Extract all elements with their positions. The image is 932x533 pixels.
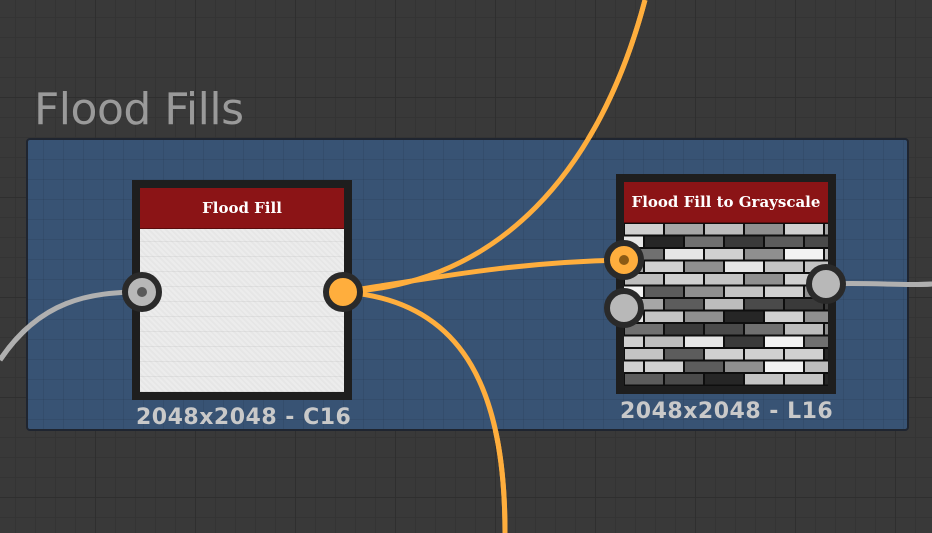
brick [785,224,823,235]
brick [805,311,828,322]
brick [665,249,703,260]
brick [745,249,783,260]
brick [625,224,663,235]
brick [765,286,803,297]
port-connected-dot [137,287,147,297]
brick [685,236,723,247]
brick [765,336,803,347]
port-connected-dot [619,255,629,265]
wire-output-to-grayscale-node-over [341,257,625,295]
wire-output-down-over [341,289,508,533]
brick [685,261,723,272]
brick [825,249,828,260]
brick [624,336,643,347]
brick [785,324,823,335]
brick [765,261,803,272]
brick [725,311,763,322]
brick [825,349,828,360]
brick [665,224,703,235]
brick [705,249,743,260]
node-thumbnail [624,223,828,386]
brick [785,349,823,360]
node-title: Flood Fill [202,199,282,217]
input-port-grayscale[interactable] [122,272,162,312]
brick [765,236,803,247]
wire-input-grayscale-over [0,289,143,362]
brick [785,249,823,260]
node-resolution-label: 2048x2048 - C16 [136,405,352,430]
brick [765,311,803,322]
brick [685,286,723,297]
brick [665,274,703,285]
node-header: Flood Fill [140,188,344,229]
brick [705,299,743,310]
brick [745,224,783,235]
node-flood-fill[interactable]: Flood Fill [132,180,352,400]
brick [625,349,663,360]
brick [745,274,783,285]
output-port-color[interactable] [323,272,363,312]
brick [765,361,803,372]
brick [685,361,723,372]
node-title: Flood Fill to Grayscale [631,193,821,211]
brick [745,324,783,335]
brick [665,324,703,335]
node-flood-fill-to-grayscale[interactable]: Flood Fill to Grayscale [616,174,836,394]
brick [685,336,723,347]
brick [645,236,683,247]
brick [705,274,743,285]
brick [645,311,683,322]
brick [745,299,783,310]
brick [645,286,683,297]
node-resolution-label: 2048x2048 - L16 [620,399,834,424]
brick [665,349,703,360]
brick [825,224,828,235]
brick [825,374,828,385]
brick [705,224,743,235]
input-port-color[interactable] [604,240,644,280]
brick [645,336,683,347]
brick [645,361,683,372]
brick-pattern [624,224,828,385]
brick [725,261,763,272]
brick [645,261,683,272]
brick [745,349,783,360]
brick [805,236,828,247]
brick [825,324,828,335]
brick [665,374,703,385]
brick [785,374,823,385]
input-port-secondary[interactable] [604,288,644,328]
node-thumbnail [140,229,344,392]
brick [805,336,828,347]
brick [685,311,723,322]
brick [705,324,743,335]
brick [705,349,743,360]
output-port-grayscale[interactable] [806,264,846,304]
brick [725,286,763,297]
brick [745,374,783,385]
brick [665,299,703,310]
brick [625,374,663,385]
brick [725,336,763,347]
brick [725,361,763,372]
brick [805,361,828,372]
brick [705,374,743,385]
brick [725,236,763,247]
brick [624,361,643,372]
wire-output-up-over [341,0,648,295]
node-header: Flood Fill to Grayscale [624,182,828,223]
